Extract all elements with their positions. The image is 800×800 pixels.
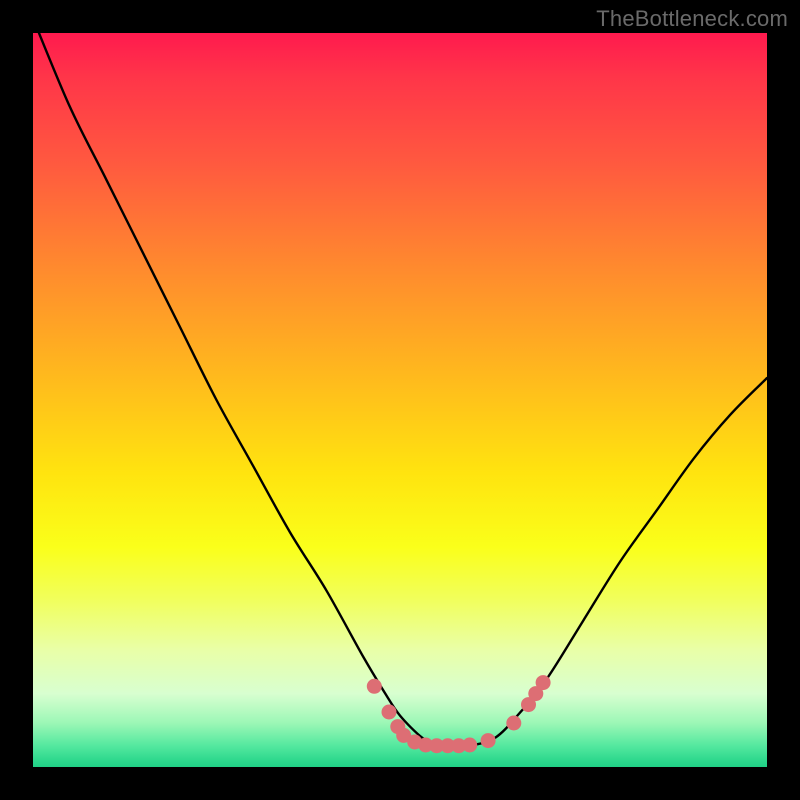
highlight-dot	[462, 738, 477, 753]
highlight-dot	[506, 716, 521, 731]
chart-svg	[33, 33, 767, 767]
highlight-dots-group	[367, 675, 551, 753]
highlight-dot	[382, 705, 397, 720]
watermark-text: TheBottleneck.com	[596, 6, 788, 32]
highlight-dot	[367, 679, 382, 694]
highlight-dot	[536, 675, 551, 690]
bottleneck-curve	[33, 18, 767, 745]
highlight-dot	[481, 733, 496, 748]
